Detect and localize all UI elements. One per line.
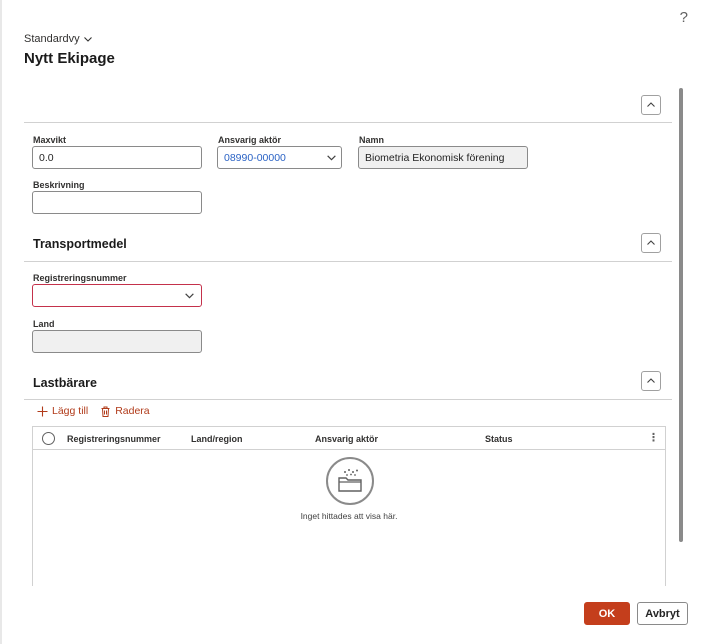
add-button[interactable]: Lägg till	[37, 405, 88, 417]
ansvarig-aktor-label: Ansvarig aktör	[218, 135, 282, 145]
section-divider	[24, 122, 672, 123]
maxvikt-label: Maxvikt	[33, 135, 67, 145]
dialog: ? Standardvy Nytt Ekipage Maxvikt 0.0 An…	[0, 0, 704, 644]
empty-state-text: Inget hittades att visa här.	[300, 511, 398, 521]
column-header-registreringsnummer[interactable]: Registreringsnummer	[67, 434, 161, 444]
view-selector[interactable]: Standardvy	[24, 33, 93, 45]
cancel-button[interactable]: Avbryt	[637, 602, 688, 625]
page-title: Nytt Ekipage	[24, 50, 115, 67]
registreringsnummer-label: Registreringsnummer	[33, 273, 127, 283]
namn-label: Namn	[359, 135, 385, 145]
chevron-up-icon	[647, 378, 655, 383]
column-header-status[interactable]: Status	[485, 434, 513, 444]
maxvikt-value: 0.0	[39, 151, 54, 164]
lastbarare-title: Lastbärare	[33, 376, 97, 390]
empty-folder-icon	[326, 457, 374, 505]
help-icon[interactable]: ?	[680, 9, 688, 26]
delete-button[interactable]: Radera	[100, 405, 150, 417]
beskrivning-label: Beskrivning	[33, 180, 85, 190]
column-header-ansvarig-aktor[interactable]: Ansvarig aktör	[315, 434, 378, 444]
column-header-land-region[interactable]: Land/region	[191, 434, 243, 444]
chevron-up-icon	[647, 240, 655, 245]
chevron-down-icon	[327, 155, 336, 161]
delete-button-label: Radera	[115, 405, 150, 417]
folder-icon	[338, 469, 362, 492]
collapse-transportmedel-button[interactable]	[641, 233, 661, 253]
grid-header: Registreringsnummer Land/region Ansvarig…	[33, 427, 665, 450]
lastbarare-grid: Registreringsnummer Land/region Ansvarig…	[32, 426, 666, 586]
view-selector-label: Standardvy	[24, 33, 80, 45]
chevron-down-icon	[185, 293, 194, 299]
dialog-left-edge	[0, 0, 2, 644]
section-divider	[24, 261, 672, 262]
maxvikt-input[interactable]: 0.0	[32, 146, 202, 169]
transportmedel-title: Transportmedel	[33, 237, 127, 251]
plus-icon	[37, 406, 48, 416]
chevron-up-icon	[647, 102, 655, 107]
namn-value: Biometria Ekonomisk förening	[365, 151, 505, 164]
trash-icon	[101, 406, 110, 417]
land-field	[32, 330, 202, 353]
ansvarig-aktor-value: 08990-00000	[224, 151, 286, 164]
collapse-general-button[interactable]	[641, 95, 661, 115]
lastbarare-toolbar: Lägg till Radera	[37, 405, 150, 417]
add-button-label: Lägg till	[52, 405, 89, 417]
ok-button[interactable]: OK	[584, 602, 630, 625]
ansvarig-aktor-lookup[interactable]: 08990-00000	[217, 146, 342, 169]
select-all-radio[interactable]	[42, 432, 55, 445]
section-divider	[24, 399, 672, 400]
namn-field: Biometria Ekonomisk förening	[358, 146, 528, 169]
beskrivning-input[interactable]	[32, 191, 202, 214]
land-label: Land	[33, 319, 55, 329]
chevron-down-icon	[83, 37, 92, 42]
more-options-icon[interactable]: ⋮	[648, 431, 659, 444]
scrollbar-thumb[interactable]	[679, 88, 683, 542]
collapse-lastbarare-button[interactable]	[641, 371, 661, 391]
registreringsnummer-dropdown[interactable]	[32, 284, 202, 307]
